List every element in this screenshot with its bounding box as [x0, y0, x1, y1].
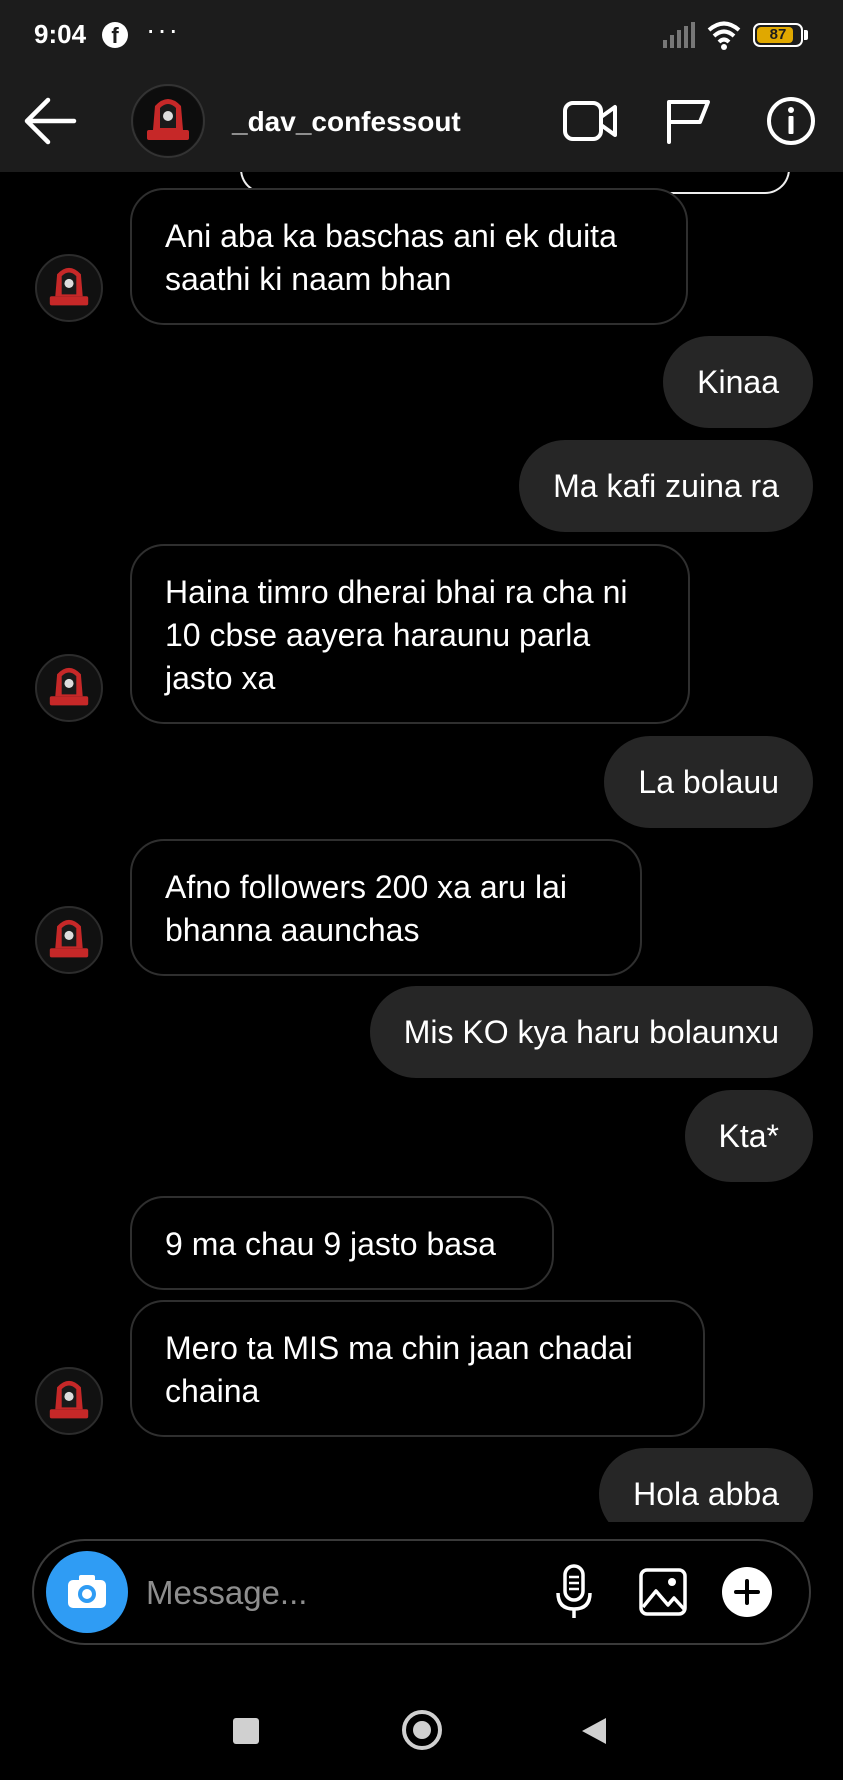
incoming-message[interactable]: Afno followers 200 xa aru lai bhanna aau…	[130, 839, 642, 976]
battery-tip	[804, 30, 808, 40]
video-call-icon[interactable]	[562, 98, 618, 144]
outgoing-message[interactable]: Ma kafi zuina ra	[519, 440, 813, 532]
camera-icon	[68, 1575, 106, 1608]
chat-header: _dav_confessout	[0, 70, 843, 172]
home-dot	[413, 1721, 431, 1739]
confessout-logo	[134, 87, 202, 155]
message-thread[interactable]: Ani aba ka baschas ani ek duita saathi k…	[0, 172, 843, 1522]
outgoing-message[interactable]: Mis KO kya haru bolaunxu	[369, 986, 813, 1078]
profile-avatar[interactable]	[131, 84, 205, 158]
outgoing-message[interactable]: Kinaa	[663, 336, 813, 428]
microphone-icon[interactable]	[554, 1563, 594, 1621]
battery-icon: 87	[753, 23, 803, 47]
chat-username[interactable]: _dav_confessout	[232, 106, 461, 138]
incoming-message[interactable]: Ani aba ka baschas ani ek duita saathi k…	[130, 188, 688, 325]
back-arrow-icon[interactable]	[22, 96, 78, 146]
camera-button[interactable]	[46, 1551, 128, 1633]
info-icon[interactable]	[766, 96, 816, 146]
status-time: 9:04	[34, 19, 87, 49]
sender-avatar[interactable]	[35, 1367, 103, 1435]
incoming-message[interactable]: 9 ma chau 9 jasto basa	[130, 1196, 554, 1290]
cell-signal-icon	[663, 22, 695, 48]
navigation-bar	[0, 1680, 843, 1780]
message-composer	[32, 1539, 811, 1645]
confessout-logo	[49, 919, 89, 958]
sender-avatar[interactable]	[35, 654, 103, 722]
gallery-icon[interactable]	[638, 1567, 688, 1617]
recents-square-icon[interactable]	[233, 1718, 259, 1744]
plus-icon	[734, 1579, 760, 1605]
more-options-button[interactable]	[722, 1567, 772, 1617]
outgoing-message[interactable]: La bolauu	[604, 736, 813, 828]
confessout-logo	[49, 667, 89, 706]
confessout-logo	[49, 267, 89, 306]
wifi-icon	[707, 21, 741, 50]
more-notifications-icon: ···	[146, 14, 180, 45]
home-circle-icon[interactable]	[402, 1710, 442, 1750]
outgoing-message[interactable]: Hola abba	[599, 1448, 813, 1522]
incoming-message[interactable]: Haina timro dherai bhai ra cha ni 10 cbs…	[130, 544, 690, 724]
battery-level: 87	[769, 26, 787, 43]
status-bar: 9:04 f ··· 87	[0, 0, 843, 70]
back-triangle-icon[interactable]	[580, 1716, 608, 1746]
outgoing-message[interactable]: Kta*	[684, 1090, 813, 1182]
flag-icon[interactable]	[664, 96, 712, 146]
message-input[interactable]	[144, 1565, 548, 1621]
sender-avatar[interactable]	[35, 906, 103, 974]
confessout-logo	[49, 1380, 89, 1419]
facebook-notification-icon: f	[102, 22, 128, 48]
sender-avatar[interactable]	[35, 254, 103, 322]
incoming-message[interactable]: Mero ta MIS ma chin jaan chadai chaina	[130, 1300, 705, 1437]
